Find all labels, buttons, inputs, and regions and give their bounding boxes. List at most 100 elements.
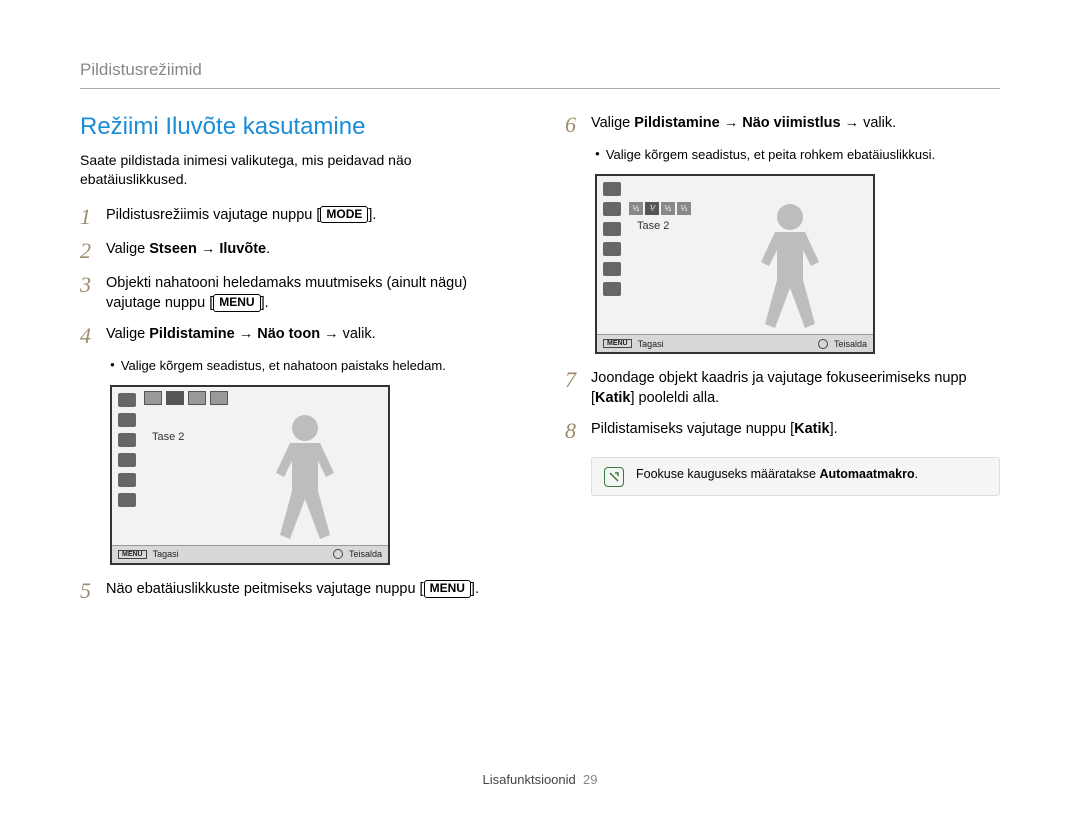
top-icon (188, 391, 206, 405)
text: Valige (106, 326, 149, 342)
step-6: 6 Valige Pildistamine → Näo viimistlus →… (565, 113, 1000, 137)
step-3: 3 Objekti nahatooni heledamaks muutmisek… (80, 273, 515, 314)
text: Fookuse kauguseks määratakse (636, 467, 819, 481)
footer-label: Lisafunktsioonid (483, 772, 576, 787)
text: ] pooleldi alla. (631, 390, 720, 406)
level-seg: ½ (629, 202, 643, 215)
step-6-bullet: Valige kõrgem seadistus, et peita rohkem… (595, 147, 1000, 162)
step-number: 8 (565, 419, 591, 443)
step-body: Pildistusrežiimis vajutage nuppu [MODE]. (106, 205, 515, 225)
camera-bottom-bar: MENU Tagasi Teisalda (597, 334, 873, 352)
text: Pildistusrežiimis vajutage nuppu [ (106, 207, 320, 223)
intro-text: Saate pildistada inimesi valikutega, mis… (80, 151, 515, 189)
bold-text: Katik (794, 421, 829, 437)
step-body: Pildistamiseks vajutage nuppu [Katik]. (591, 419, 1000, 439)
mode-button-label: MODE (320, 206, 368, 224)
bullet-text: Valige kõrgem seadistus, et peita rohkem… (606, 147, 935, 162)
person-silhouette (260, 409, 350, 549)
top-icon-selected (166, 391, 184, 405)
step-number: 7 (565, 368, 591, 392)
nav-icon (818, 339, 828, 349)
off-icon (603, 282, 621, 296)
off-icon (118, 493, 136, 507)
text: Valige (106, 241, 149, 257)
top-icon (210, 391, 228, 405)
page-number: 29 (583, 772, 597, 787)
camera-menu-btn: MENU (603, 339, 632, 348)
nav-icon (333, 549, 343, 559)
camera-level-label: Tase 2 (637, 220, 669, 232)
step-2: 2 Valige Stseen → Iluvõte. (80, 239, 515, 263)
camera-menu-btn: MENU (118, 550, 147, 559)
quality-icon (118, 473, 136, 487)
text: ]. (368, 207, 376, 223)
right-column: 6 Valige Pildistamine → Näo viimistlus →… (565, 113, 1000, 613)
step-number: 5 (80, 579, 106, 603)
text: Objekti nahatooni heledamaks muutmiseks … (106, 275, 467, 311)
text: Valige (591, 115, 634, 131)
camera-back-label: Tagasi (638, 339, 664, 349)
camera-level-bar: ½ ⅟ ½ ⅓ (629, 202, 691, 215)
level-seg: ½ (661, 202, 675, 215)
page-title: Režiimi Iluvõte kasutamine (80, 113, 515, 141)
step-number: 6 (565, 113, 591, 137)
steps-left-cont: 5 Näo ebatäiuslikkuste peitmiseks vajuta… (80, 579, 515, 603)
camera-move-label: Teisalda (834, 339, 867, 349)
camera-top-icons (144, 391, 228, 405)
camera-bottom-bar: MENU Tagasi Teisalda (112, 545, 388, 563)
step-7: 7 Joondage objekt kaadris ja vajutage fo… (565, 368, 1000, 409)
step-number: 3 (80, 273, 106, 297)
info-box: Fookuse kauguseks määratakse Automaatmak… (591, 457, 1000, 496)
bold-text: Pildistamine → Näo toon (149, 326, 320, 342)
face-icon (603, 182, 621, 196)
step-body: Objekti nahatooni heledamaks muutmiseks … (106, 273, 515, 314)
quality-icon (603, 262, 621, 276)
bold-text: Automaatmakro (819, 467, 914, 481)
text: → valik. (841, 115, 897, 131)
level-seg: ⅓ (677, 202, 691, 215)
step-1: 1 Pildistusrežiimis vajutage nuppu [MODE… (80, 205, 515, 229)
person-silhouette (745, 198, 835, 338)
step-4-bullet: Valige kõrgem seadistus, et nahatoon pai… (110, 358, 515, 373)
steps-right: 6 Valige Pildistamine → Näo viimistlus →… (565, 113, 1000, 137)
info-text: Fookuse kauguseks määratakse Automaatmak… (636, 466, 918, 484)
level-seg: ⅟ (645, 202, 659, 215)
step-body: Valige Pildistamine → Näo toon → valik. (106, 324, 515, 344)
text: Näo ebatäiuslikkuste peitmiseks vajutage… (106, 581, 424, 597)
camera-move-label: Teisalda (349, 549, 382, 559)
step-8: 8 Pildistamiseks vajutage nuppu [Katik]. (565, 419, 1000, 443)
menu-button-label: MENU (213, 294, 260, 312)
text: ]. (261, 295, 269, 311)
flash-icon (603, 222, 621, 236)
note-icon (604, 467, 624, 487)
camera-back-label: Tagasi (153, 549, 179, 559)
text: . (915, 467, 918, 481)
step-5: 5 Näo ebatäiuslikkuste peitmiseks vajuta… (80, 579, 515, 603)
text: → valik. (320, 326, 376, 342)
section-header: Pildistusrežiimid (80, 60, 1000, 80)
menu-button-label: MENU (424, 580, 471, 598)
header-rule (80, 88, 1000, 89)
step-number: 4 (80, 324, 106, 348)
timer-icon (603, 242, 621, 256)
bold-text: Pildistamine → Näo viimistlus (634, 115, 840, 131)
step-body: Joondage objekt kaadris ja vajutage foku… (591, 368, 1000, 409)
step-4: 4 Valige Pildistamine → Näo toon → valik… (80, 324, 515, 348)
left-column: Režiimi Iluvõte kasutamine Saate pildist… (80, 113, 515, 613)
timer-icon (118, 453, 136, 467)
camera-screen-2: ½ ⅟ ½ ⅓ Tase 2 MENU Tagasi Teisalda (595, 174, 875, 354)
flash-icon (118, 433, 136, 447)
text: Pildistamiseks vajutage nuppu [ (591, 421, 794, 437)
face-icon (118, 393, 136, 407)
top-icon (144, 391, 162, 405)
bullet-text: Valige kõrgem seadistus, et nahatoon pai… (121, 358, 446, 373)
text: ]. (830, 421, 838, 437)
camera-screen-1: Tase 2 MENU Tagasi Teisalda (110, 385, 390, 565)
page-footer: Lisafunktsioonid 29 (0, 772, 1080, 787)
step-number: 2 (80, 239, 106, 263)
step-number: 1 (80, 205, 106, 229)
retouch-icon (118, 413, 136, 427)
steps-right-cont: 7 Joondage objekt kaadris ja vajutage fo… (565, 368, 1000, 443)
camera-level-label: Tase 2 (152, 431, 184, 443)
step-body: Valige Stseen → Iluvõte. (106, 239, 515, 259)
